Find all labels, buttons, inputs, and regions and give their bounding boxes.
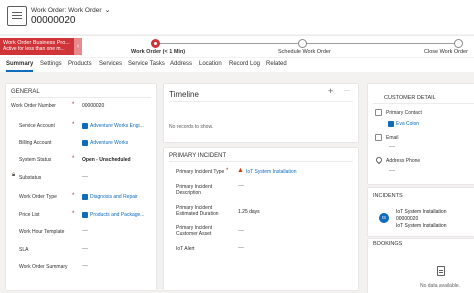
primary-incident-description-label: Primary Incident Description <box>176 184 213 196</box>
timeline-title: Timeline <box>169 90 199 99</box>
service-account-label: Service Account <box>19 123 55 129</box>
required-marker: * <box>72 211 75 217</box>
required-marker: * <box>72 102 75 108</box>
email-label: Email <box>386 135 399 141</box>
tab-service-tasks[interactable]: Service Tasks <box>128 61 165 67</box>
system-status-field[interactable]: Open - Unscheduled <box>82 157 131 163</box>
active-tab-indicator <box>6 70 33 72</box>
billing-account-label: Billing Account <box>19 140 52 146</box>
timeline-empty-text: No records to show. <box>169 124 214 130</box>
tab-record-log[interactable]: Record Log <box>229 61 260 67</box>
incident-avatar: IS <box>379 213 389 223</box>
general-section-title: GENERAL <box>11 89 40 95</box>
general-section <box>6 84 156 290</box>
primary-incident-type-link[interactable]: IoT System Installation <box>246 169 297 175</box>
price-list-icon <box>82 212 88 218</box>
work-order-summary-label: Work Order Summary <box>19 264 68 270</box>
price-list-label: Price List <box>19 212 40 218</box>
work-order-type-link[interactable]: Diagnosis and Repair <box>90 194 138 200</box>
tab-products[interactable]: Products <box>68 61 92 67</box>
bookings-title: BOOKINGS <box>373 241 403 247</box>
contact-record-icon <box>388 121 394 127</box>
bookings-empty-text: No data available. <box>420 283 461 289</box>
email-icon <box>375 134 382 141</box>
tab-address[interactable]: Address <box>170 61 192 67</box>
substatus-field[interactable]: --- <box>82 174 88 180</box>
substatus-label: Substatus <box>19 175 42 181</box>
address-phone-label: Address Phone <box>386 158 421 164</box>
process-collapse-chevron-icon[interactable]: ‹ <box>74 38 82 55</box>
address-phone-field[interactable]: --- <box>389 168 395 174</box>
primary-incident-duration-label: Primary Incident Estimated Duration <box>176 205 219 217</box>
account-icon <box>82 123 88 129</box>
stage-label-close[interactable]: Close Work Order <box>424 49 468 55</box>
tab-summary[interactable]: Summary <box>6 61 33 67</box>
section-divider <box>11 97 151 98</box>
stage-label-work-order[interactable]: Work Order (< 1 Min) <box>131 49 185 55</box>
account-icon <box>82 140 88 146</box>
form-tabs: Summary Settings Products Services Servi… <box>0 58 474 72</box>
lock-icon: 🔒︎ <box>12 172 16 178</box>
primary-incident-customer-asset-label: Primary Incident Customer Asset <box>176 225 213 237</box>
work-order-record-icon <box>7 6 27 26</box>
primary-incident-title: PRIMARY INCIDENT <box>169 153 227 159</box>
work-hour-template-field[interactable]: --- <box>82 228 88 234</box>
add-icon[interactable]: + <box>328 86 333 96</box>
iot-alert-field[interactable]: --- <box>238 245 244 251</box>
sla-label: SLA <box>19 247 29 253</box>
no-data-document-icon <box>437 266 445 276</box>
tab-location[interactable]: Location <box>199 61 222 67</box>
customer-detail-title: CUSTOMER DETAIL <box>384 95 436 101</box>
entity-form-label: Work Order: Work Order <box>31 7 102 14</box>
timeline-divider <box>169 101 353 102</box>
required-marker: * <box>72 156 75 162</box>
work-order-type-icon <box>82 194 88 200</box>
process-flag[interactable]: Work Order Business Pro... Active for le… <box>0 38 74 55</box>
tab-related[interactable]: Related <box>266 61 287 67</box>
section-divider <box>169 161 353 162</box>
required-marker: * <box>226 168 229 174</box>
contact-icon <box>375 109 382 116</box>
primary-contact-label: Primary Contact <box>386 110 422 116</box>
primary-incident-duration-field[interactable]: 1.25 days <box>238 209 260 215</box>
section-divider <box>373 103 474 104</box>
primary-incident-customer-asset-field[interactable]: --- <box>238 228 244 234</box>
email-field[interactable]: --- <box>389 144 395 150</box>
stage-label-schedule[interactable]: Schedule Work Order <box>278 49 331 55</box>
record-title: 00000020 <box>31 15 76 26</box>
tab-settings[interactable]: Settings <box>40 61 62 67</box>
stage-dot-schedule[interactable] <box>298 39 307 48</box>
incident-item-number: 00000020 <box>396 216 419 222</box>
work-order-type-label: Work Order Type <box>19 194 57 200</box>
chevron-down-icon[interactable]: ⌄ <box>105 7 111 14</box>
primary-contact-link[interactable]: Eva Colon <box>396 121 419 127</box>
business-process-flow: Work Order Business Pro... Active for le… <box>0 35 474 57</box>
required-marker: * <box>72 193 75 199</box>
more-icon[interactable]: ··· <box>344 88 350 94</box>
work-order-number-field[interactable]: 00000020 <box>82 103 104 109</box>
stage-dot-work-order[interactable] <box>151 39 160 48</box>
price-list-link[interactable]: Products and Package... <box>90 212 144 218</box>
work-order-number-label: Work Order Number <box>11 103 56 109</box>
work-hour-template-label: Work Hour Template <box>19 229 65 235</box>
process-status: Active for less than one m... <box>3 46 65 52</box>
work-order-summary-field[interactable]: --- <box>82 263 88 269</box>
record-header: Work Order: Work Order ⌄ 00000020 <box>0 0 474 34</box>
incident-item-name[interactable]: IoT System Installation <box>396 209 447 215</box>
required-marker: * <box>72 122 75 128</box>
billing-account-link[interactable]: Adventure Works <box>90 140 128 146</box>
iot-alert-label: IoT Alert <box>176 246 195 252</box>
primary-incident-description-field[interactable]: --- <box>238 183 244 189</box>
primary-incident-type-label: Primary Incident Type <box>176 169 225 175</box>
system-status-label: System Status <box>19 157 52 163</box>
tab-services[interactable]: Services <box>99 61 122 67</box>
form-selector[interactable]: Work Order: Work Order ⌄ <box>31 6 110 14</box>
incident-item-type: IoT System Installation <box>396 223 447 229</box>
stage-dot-close[interactable] <box>454 39 463 48</box>
incident-type-icon: ▲ <box>237 167 244 174</box>
service-account-link[interactable]: Adventure Works Engi... <box>90 123 144 129</box>
incidents-title: INCIDENTS <box>373 193 403 199</box>
sla-field[interactable]: --- <box>82 246 88 252</box>
